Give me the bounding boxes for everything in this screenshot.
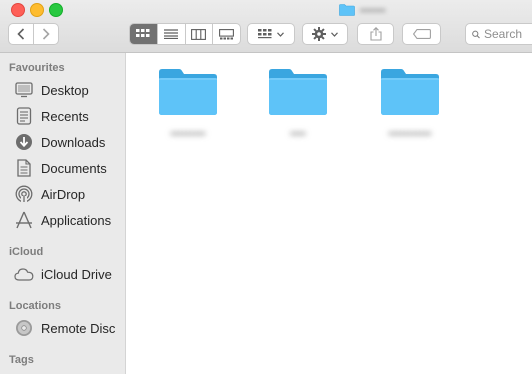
sidebar-item-label: Remote Disc [41, 320, 116, 336]
chevron-left-icon [17, 28, 25, 40]
chevron-right-icon [42, 28, 50, 40]
group-by-button[interactable] [247, 23, 295, 45]
folder-name: ▪▪▪▪▪▪▪▪▪▪▪ [388, 128, 432, 140]
gallery-view-button[interactable] [212, 24, 240, 44]
list-icon [164, 29, 179, 39]
tag-icon [412, 29, 431, 39]
folder-icon [339, 4, 355, 16]
sidebar-item-documents[interactable]: Documents [14, 157, 122, 179]
sidebar-item-recents[interactable]: Recents [14, 105, 122, 127]
folder-icon [381, 69, 439, 115]
folder-name: ▪▪▪▪▪▪▪▪▪ [170, 128, 206, 140]
folder-icon [159, 69, 217, 115]
zoom-window-button[interactable] [49, 3, 63, 17]
edit-tags-button[interactable] [402, 23, 441, 45]
sidebar-item-label: Downloads [41, 134, 106, 150]
gear-icon [312, 27, 326, 41]
close-window-button[interactable] [11, 3, 25, 17]
locations-header: Locations [9, 300, 61, 312]
forward-button[interactable] [33, 24, 58, 44]
window-title: ▪▪▪▪▪▪ [339, 2, 386, 18]
icloud-header: iCloud [9, 246, 44, 258]
action-menu-button[interactable] [302, 23, 348, 45]
airdrop-icon [14, 184, 34, 204]
sidebar-item-label: Desktop [41, 82, 89, 98]
recents-icon [14, 106, 34, 126]
sidebar-item-icloud-drive[interactable]: iCloud Drive [14, 263, 122, 285]
sidebar-item-label: AirDrop [41, 186, 86, 202]
sidebar: Favourites Desktop Recents Downloads Doc… [0, 53, 126, 374]
sidebar-item-label: Recents [41, 108, 89, 124]
icon-view-button[interactable] [130, 24, 157, 44]
applications-icon [14, 210, 34, 230]
sidebar-item-label: Documents [41, 160, 107, 176]
folder-item[interactable]: ▪▪▪▪ [250, 67, 346, 141]
share-button[interactable] [357, 23, 394, 45]
disc-icon [14, 318, 34, 338]
downloads-icon [14, 132, 34, 152]
tags-control[interactable] [403, 24, 440, 44]
sidebar-item-desktop[interactable]: Desktop [14, 79, 122, 101]
minimize-window-button[interactable] [30, 3, 44, 17]
chevron-down-icon [331, 31, 338, 37]
sidebar-item-label: iCloud Drive [41, 266, 112, 282]
sidebar-item-applications[interactable]: Applications [14, 209, 122, 231]
icon-grid-icon [136, 29, 150, 37]
back-button[interactable] [9, 24, 33, 44]
sidebar-item-airdrop[interactable]: AirDrop [14, 183, 122, 205]
share-control[interactable] [358, 24, 393, 44]
navigation-buttons [8, 23, 59, 45]
column-view-button[interactable] [184, 24, 213, 44]
desktop-icon [14, 80, 34, 100]
list-view-button[interactable] [156, 24, 185, 44]
favourites-header: Favourites [9, 62, 65, 74]
sidebar-item-remote-disc[interactable]: Remote Disc [14, 317, 122, 339]
gallery-icon [219, 28, 235, 39]
tags-header: Tags [9, 354, 34, 366]
folder-item[interactable]: ▪▪▪▪▪▪▪▪▪ [140, 67, 236, 141]
documents-icon [14, 158, 34, 178]
group-grid-icon [258, 29, 272, 39]
chevron-down-icon [277, 31, 284, 37]
sidebar-item-downloads[interactable]: Downloads [14, 131, 122, 153]
toolbar: ▪▪▪▪▪▪ [0, 0, 532, 53]
search-field[interactable] [465, 23, 532, 45]
share-icon [369, 27, 382, 41]
folder-icon [269, 69, 327, 115]
folder-name: ▪▪▪▪ [290, 128, 306, 140]
sidebar-item-label: Applications [41, 212, 112, 228]
action-control[interactable] [303, 24, 347, 44]
search-icon [472, 30, 480, 38]
window-title-text: ▪▪▪▪▪▪ [360, 3, 386, 17]
finder-window: ▪▪▪▪▪▪ Search Favourites Desktop Recents… [0, 0, 532, 374]
view-mode-selector [129, 23, 241, 45]
folder-item[interactable]: ▪▪▪▪▪▪▪▪▪▪▪ [362, 67, 458, 141]
group-by-control[interactable] [248, 24, 294, 44]
file-browser-area: ▪▪▪▪▪▪▪▪▪ ▪▪▪▪ ▪▪▪▪▪▪▪▪▪▪▪ [126, 53, 532, 374]
search-input[interactable] [484, 27, 532, 41]
columns-icon [191, 28, 207, 40]
cloud-icon [14, 264, 34, 284]
